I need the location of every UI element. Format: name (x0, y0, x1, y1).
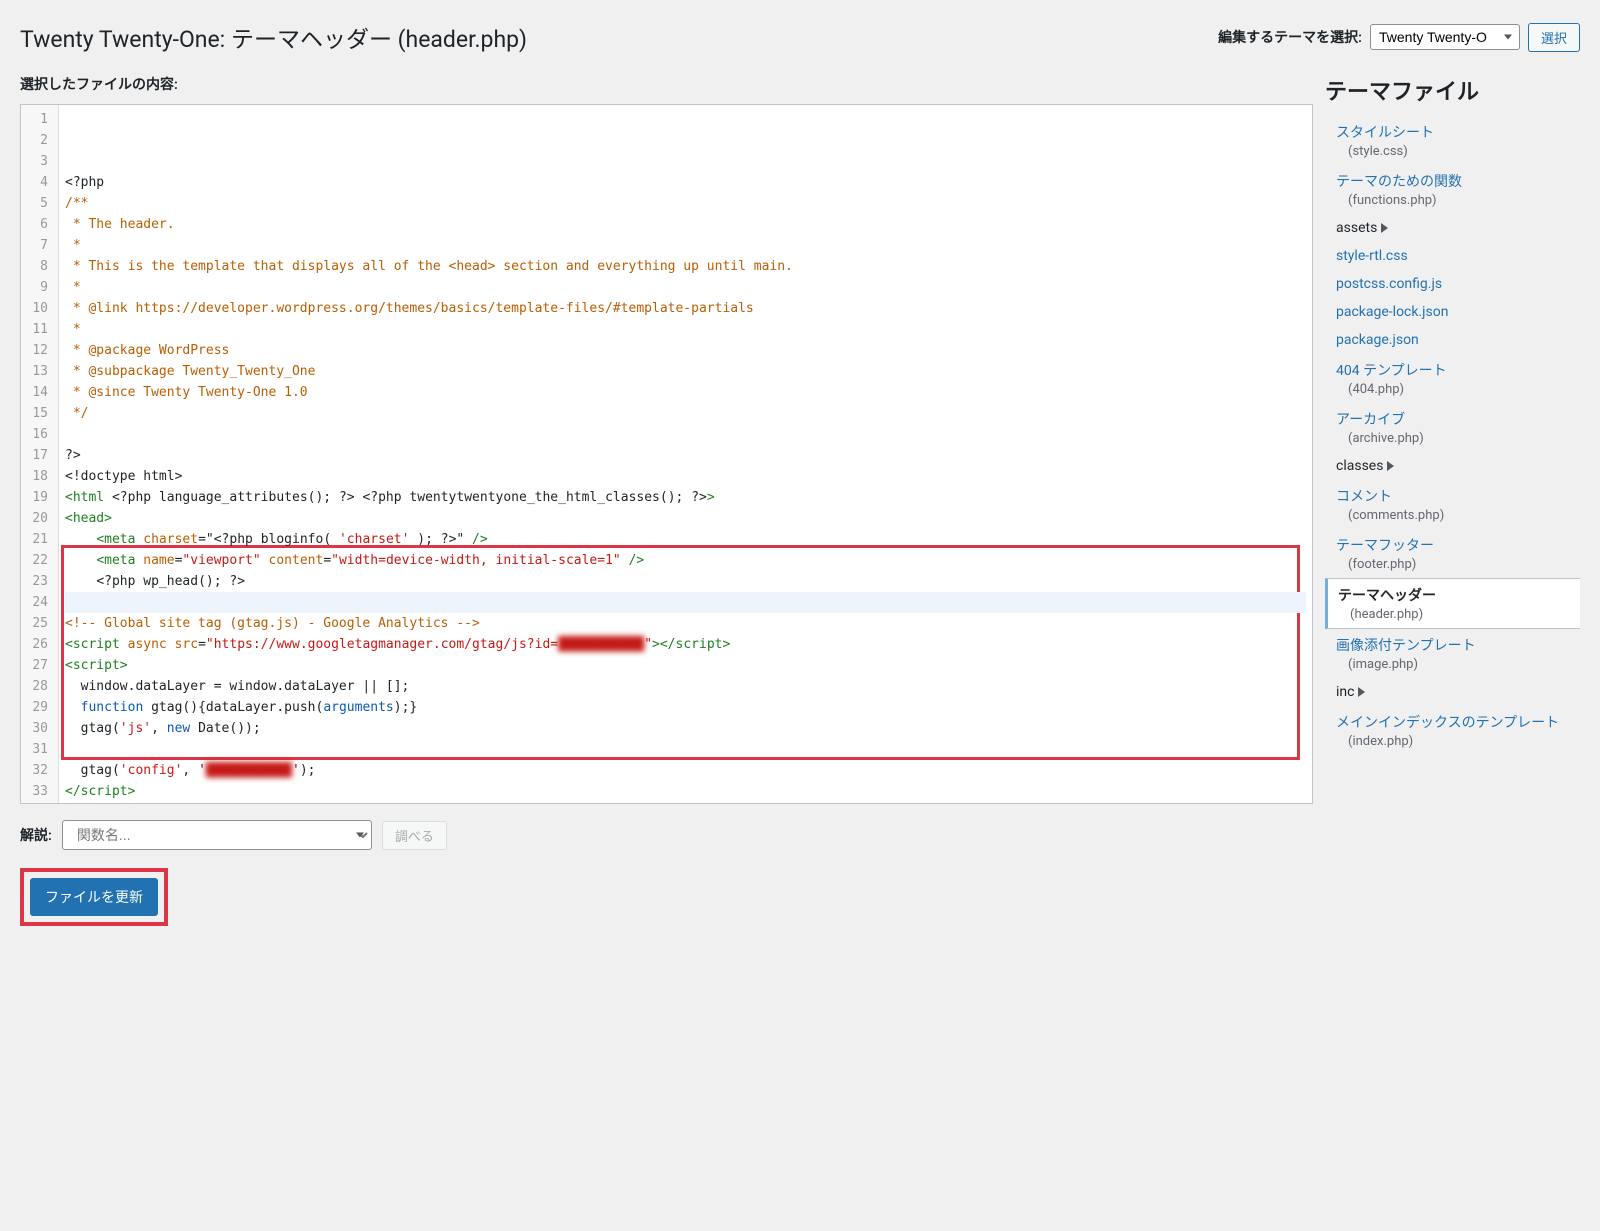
code-line[interactable]: ?> (65, 445, 1306, 466)
chevron-right-icon (1358, 687, 1365, 697)
file-item[interactable]: package.json (1326, 326, 1580, 354)
theme-selector: 編集するテーマを選択: Twenty Twenty-O 選択 (1218, 23, 1580, 52)
code-line[interactable]: <!-- Global site tag (gtag.js) - Google … (65, 613, 1306, 634)
theme-selector-label: 編集するテーマを選択: (1218, 27, 1362, 47)
file-list: スタイルシート(style.css)テーマのための関数(functions.ph… (1325, 116, 1580, 755)
code-line[interactable]: function gtag(){dataLayer.push(arguments… (65, 697, 1306, 718)
file-item[interactable]: テーマフッター(footer.php) (1326, 529, 1580, 578)
file-item[interactable]: style-rtl.css (1326, 242, 1580, 270)
code-line[interactable]: * (65, 235, 1306, 256)
sidebar-title: テーマファイル (1325, 74, 1580, 106)
code-line[interactable]: <meta name="viewport" content="width=dev… (65, 550, 1306, 571)
code-line[interactable]: <script async src="https://www.googletag… (65, 634, 1306, 655)
code-line[interactable]: /** (65, 193, 1306, 214)
code-line[interactable]: <!doctype html> (65, 466, 1306, 487)
code-line[interactable]: <?php (65, 172, 1306, 193)
code-line[interactable]: * @subpackage Twenty_Twenty_One (65, 361, 1306, 382)
function-select[interactable]: 関数名... (62, 820, 372, 850)
code-line[interactable]: gtag('js', new Date()); (65, 718, 1306, 739)
code-line[interactable]: gtag('config', '███████████'); (65, 760, 1306, 781)
update-file-button[interactable]: ファイルを更新 (30, 878, 158, 916)
code-line[interactable]: <meta charset="<?php bloginfo( 'charset'… (65, 529, 1306, 550)
code-line[interactable]: * @package WordPress (65, 340, 1306, 361)
file-content-label: 選択したファイルの内容: (20, 74, 1313, 94)
code-line[interactable] (65, 802, 1306, 803)
code-line[interactable]: * This is the template that displays all… (65, 256, 1306, 277)
file-item[interactable]: コメント(comments.php) (1326, 480, 1580, 529)
code-line[interactable]: * (65, 319, 1306, 340)
chevron-right-icon (1381, 223, 1388, 233)
file-item[interactable]: テーマヘッダー(header.php) (1325, 578, 1580, 629)
chevron-right-icon (1387, 461, 1394, 471)
code-line[interactable]: * The header. (65, 214, 1306, 235)
code-line[interactable]: window.dataLayer = window.dataLayer || [… (65, 676, 1306, 697)
code-line[interactable] (65, 592, 1306, 613)
code-line[interactable]: <html <?php language_attributes(); ?> <?… (65, 487, 1306, 508)
code-line[interactable]: <head> (65, 508, 1306, 529)
code-line[interactable] (65, 424, 1306, 445)
code-line[interactable]: */ (65, 403, 1306, 424)
folder-item[interactable]: inc (1326, 678, 1580, 706)
file-item[interactable]: スタイルシート(style.css) (1326, 116, 1580, 165)
docs-label: 解説: (20, 825, 52, 845)
file-item[interactable]: postcss.config.js (1326, 270, 1580, 298)
code-line[interactable]: * @link https://developer.wordpress.org/… (65, 298, 1306, 319)
file-item[interactable]: テーマのための関数(functions.php) (1326, 165, 1580, 214)
code-line[interactable] (65, 739, 1306, 760)
select-theme-button[interactable]: 選択 (1528, 23, 1580, 52)
lookup-button[interactable]: 調べる (382, 821, 447, 850)
code-editor[interactable]: 1234567891011121314151617181920212223242… (20, 104, 1313, 804)
theme-select[interactable]: Twenty Twenty-O (1370, 24, 1520, 50)
page-title: Twenty Twenty-One: テーマヘッダー (header.php) (20, 20, 527, 54)
code-line[interactable]: <?php wp_head(); ?> (65, 571, 1306, 592)
update-highlight: ファイルを更新 (20, 868, 168, 926)
file-item[interactable]: package-lock.json (1326, 298, 1580, 326)
file-item[interactable]: 404 テンプレート(404.php) (1326, 354, 1580, 403)
folder-item[interactable]: assets (1326, 214, 1580, 242)
folder-item[interactable]: classes (1326, 452, 1580, 480)
code-line[interactable]: <script> (65, 655, 1306, 676)
code-line[interactable]: </script> (65, 781, 1306, 802)
file-item[interactable]: メインインデックスのテンプレート(index.php) (1326, 706, 1580, 755)
file-item[interactable]: アーカイブ(archive.php) (1326, 403, 1580, 452)
code-line[interactable]: * (65, 277, 1306, 298)
file-item[interactable]: 画像添付テンプレート(image.php) (1326, 629, 1580, 678)
code-line[interactable]: * @since Twenty Twenty-One 1.0 (65, 382, 1306, 403)
